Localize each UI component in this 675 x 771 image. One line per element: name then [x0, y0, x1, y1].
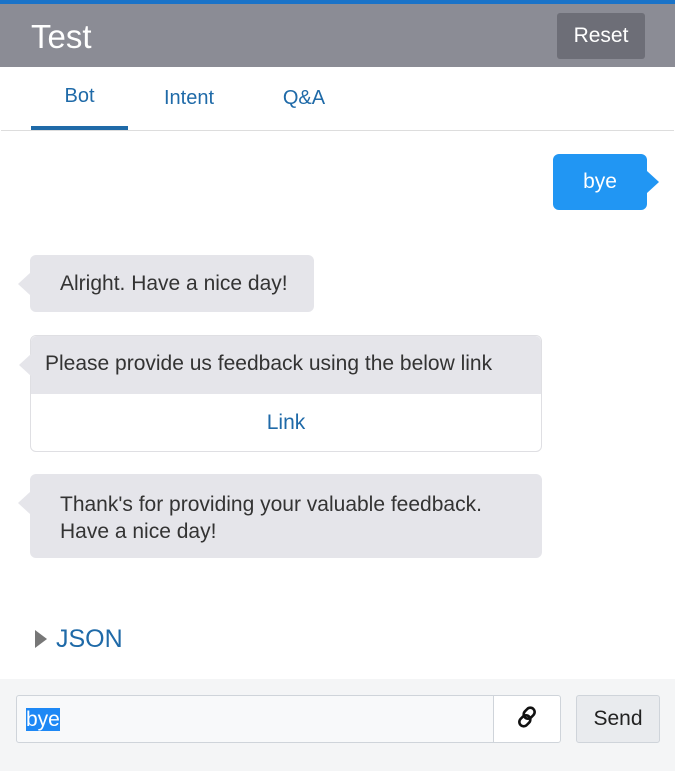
tab-bar: Bot Intent Q&A — [1, 67, 674, 131]
attach-link-button[interactable] — [493, 695, 561, 743]
tab-qa[interactable]: Q&A — [272, 67, 336, 130]
caret-right-icon — [35, 630, 47, 648]
feedback-card: Please provide us feedback using the bel… — [19, 335, 542, 452]
link-icon — [514, 704, 540, 735]
feedback-prompt: Please provide us feedback using the bel… — [31, 336, 541, 394]
page-title: Test — [31, 18, 92, 55]
message-input-value: bye — [26, 708, 60, 731]
reset-button[interactable]: Reset — [557, 13, 645, 59]
bot-message-text: Alright. Have a nice day! — [60, 272, 288, 295]
json-toggle[interactable]: JSON — [35, 624, 123, 654]
message-input[interactable]: bye — [16, 695, 494, 743]
send-button[interactable]: Send — [576, 695, 660, 743]
tab-bot[interactable]: Bot — [31, 67, 128, 130]
header: Test Reset — [0, 4, 675, 67]
user-message: bye — [553, 154, 659, 210]
json-label: JSON — [56, 624, 123, 653]
bot-message-line: Have a nice day! — [60, 520, 217, 543]
bot-message-line: Thank's for providing your valuable feed… — [60, 493, 482, 516]
feedback-link[interactable]: Link — [31, 394, 541, 451]
bot-message: Thank's for providing your valuable feed… — [18, 474, 542, 558]
tab-intent[interactable]: Intent — [149, 67, 229, 130]
bot-message: Alright. Have a nice day! — [18, 255, 314, 312]
